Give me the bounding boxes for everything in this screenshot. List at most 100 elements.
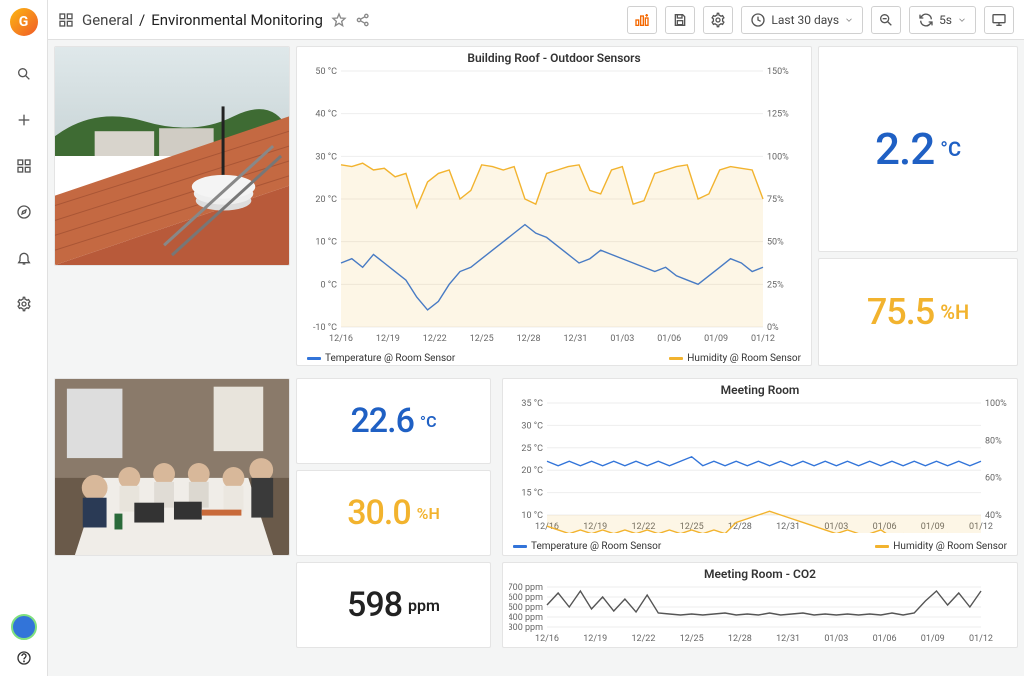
add-panel-button[interactable] [627, 6, 657, 34]
svg-text:01/12: 01/12 [751, 334, 775, 344]
svg-text:01/12: 01/12 [969, 634, 993, 644]
stat-value: 75.5 [867, 291, 934, 333]
svg-text:12/16: 12/16 [329, 334, 353, 344]
svg-text:35 °C: 35 °C [521, 399, 543, 409]
svg-text:12/31: 12/31 [776, 634, 800, 644]
svg-text:40 °C: 40 °C [315, 110, 337, 120]
stat-unit: %H [417, 504, 440, 523]
left-sidebar: G [0, 0, 48, 676]
stat-unit: °C [940, 137, 961, 161]
svg-text:500 ppm: 500 ppm [509, 603, 543, 613]
svg-text:10 °C: 10 °C [315, 238, 337, 248]
svg-text:01/06: 01/06 [873, 634, 897, 644]
timerange-label: Last 30 days [771, 13, 839, 27]
legend-temp: Temperature @ Room Sensor [325, 353, 455, 364]
svg-text:12/16: 12/16 [535, 634, 559, 644]
svg-text:125%: 125% [767, 110, 789, 120]
svg-text:01/06: 01/06 [657, 334, 681, 344]
svg-text:12/19: 12/19 [583, 634, 607, 644]
stat-unit: %H [940, 300, 969, 324]
svg-text:30 °C: 30 °C [521, 421, 543, 431]
image-panel-meeting[interactable] [54, 378, 290, 556]
stat-value: 2.2 [875, 123, 934, 175]
chart-title: Meeting Room - CO2 [503, 563, 1017, 583]
svg-text:01/09: 01/09 [704, 334, 728, 344]
app-logo[interactable]: G [10, 8, 38, 36]
svg-text:150%: 150% [767, 67, 789, 77]
search-icon[interactable] [8, 58, 40, 90]
svg-text:12/31: 12/31 [776, 522, 800, 532]
stat-value: 598 [347, 585, 402, 625]
chevron-down-icon [957, 15, 967, 25]
svg-text:50 °C: 50 °C [315, 67, 337, 77]
svg-text:12/28: 12/28 [517, 334, 541, 344]
svg-text:12/22: 12/22 [631, 634, 655, 644]
svg-text:600 ppm: 600 ppm [509, 593, 543, 603]
legend-temp: Temperature @ Room Sensor [531, 541, 661, 552]
stat-co2[interactable]: 598 ppm [296, 562, 491, 648]
svg-text:25 °C: 25 °C [521, 444, 543, 454]
legend-hum: Humidity @ Room Sensor [893, 541, 1007, 552]
svg-text:15 °C: 15 °C [521, 489, 543, 499]
breadcrumb-folder[interactable]: General [82, 11, 133, 29]
breadcrumb-title[interactable]: Environmental Monitoring [151, 11, 323, 29]
chart-title: Meeting Room [503, 379, 1017, 399]
chart-title: Building Roof - Outdoor Sensors [297, 47, 811, 67]
svg-text:100%: 100% [767, 152, 789, 162]
refresh-interval: 5s [939, 13, 952, 27]
svg-text:700 ppm: 700 ppm [509, 583, 543, 593]
svg-text:-10 °C: -10 °C [313, 323, 337, 333]
chart-outdoor[interactable]: Building Roof - Outdoor Sensors -10 °C 0 … [296, 46, 812, 366]
user-avatar[interactable] [11, 614, 37, 640]
svg-text:01/03: 01/03 [824, 634, 848, 644]
svg-text:300 ppm: 300 ppm [509, 623, 543, 633]
kiosk-button[interactable] [984, 6, 1014, 34]
svg-text:80%: 80% [985, 436, 1002, 446]
save-button[interactable] [665, 6, 695, 34]
alerts-icon[interactable] [8, 242, 40, 274]
legend-hum: Humidity @ Room Sensor [687, 353, 801, 364]
zoom-out-button[interactable] [871, 6, 901, 34]
svg-text:12/25: 12/25 [680, 634, 704, 644]
chart-co2[interactable]: Meeting Room - CO2 300 ppm400 ppm500 ppm… [502, 562, 1018, 648]
chevron-down-icon [844, 15, 854, 25]
svg-text:0%: 0% [767, 323, 779, 333]
svg-text:50%: 50% [767, 238, 784, 248]
share-icon[interactable] [355, 12, 371, 28]
svg-text:12/25: 12/25 [470, 334, 494, 344]
breadcrumb[interactable]: General / Environmental Monitoring [82, 11, 323, 29]
svg-text:01/03: 01/03 [610, 334, 634, 344]
stat-indoor-humidity[interactable]: 30.0 %H [296, 470, 491, 556]
star-icon[interactable] [331, 12, 347, 28]
svg-text:0 °C: 0 °C [320, 280, 337, 290]
stat-indoor-temp[interactable]: 22.6 °C [296, 378, 491, 464]
stat-value: 30.0 [347, 493, 410, 533]
svg-text:75%: 75% [767, 195, 784, 205]
stat-outdoor-temp[interactable]: 2.2 °C [818, 46, 1018, 252]
help-icon[interactable] [16, 650, 32, 666]
timerange-picker[interactable]: Last 30 days [741, 6, 863, 34]
stat-unit: °C [420, 412, 437, 431]
dashboards-icon[interactable] [58, 12, 74, 28]
stat-unit: ppm [408, 596, 440, 615]
svg-text:100%: 100% [985, 399, 1007, 409]
dashboards-icon[interactable] [8, 150, 40, 182]
dashboard-settings-button[interactable] [703, 6, 733, 34]
svg-text:25%: 25% [767, 280, 784, 290]
chart-meeting-room[interactable]: Meeting Room 10 °C 15 °C 20 °C 25 °C 30 °C 35… [502, 378, 1018, 556]
svg-text:12/19: 12/19 [376, 334, 400, 344]
svg-text:60%: 60% [985, 474, 1002, 484]
image-panel-roof[interactable] [54, 46, 290, 266]
settings-icon[interactable] [8, 288, 40, 320]
explore-icon[interactable] [8, 196, 40, 228]
svg-text:20 °C: 20 °C [315, 195, 337, 205]
refresh-button[interactable]: 5s [909, 6, 976, 34]
svg-text:01/09: 01/09 [921, 634, 945, 644]
svg-text:20 °C: 20 °C [521, 466, 543, 476]
svg-text:40%: 40% [985, 511, 1002, 521]
svg-text:12/31: 12/31 [563, 334, 587, 344]
svg-text:12/28: 12/28 [728, 634, 752, 644]
svg-text:10 °C: 10 °C [521, 511, 543, 521]
add-icon[interactable] [8, 104, 40, 136]
stat-outdoor-humidity[interactable]: 75.5 %H [818, 258, 1018, 366]
